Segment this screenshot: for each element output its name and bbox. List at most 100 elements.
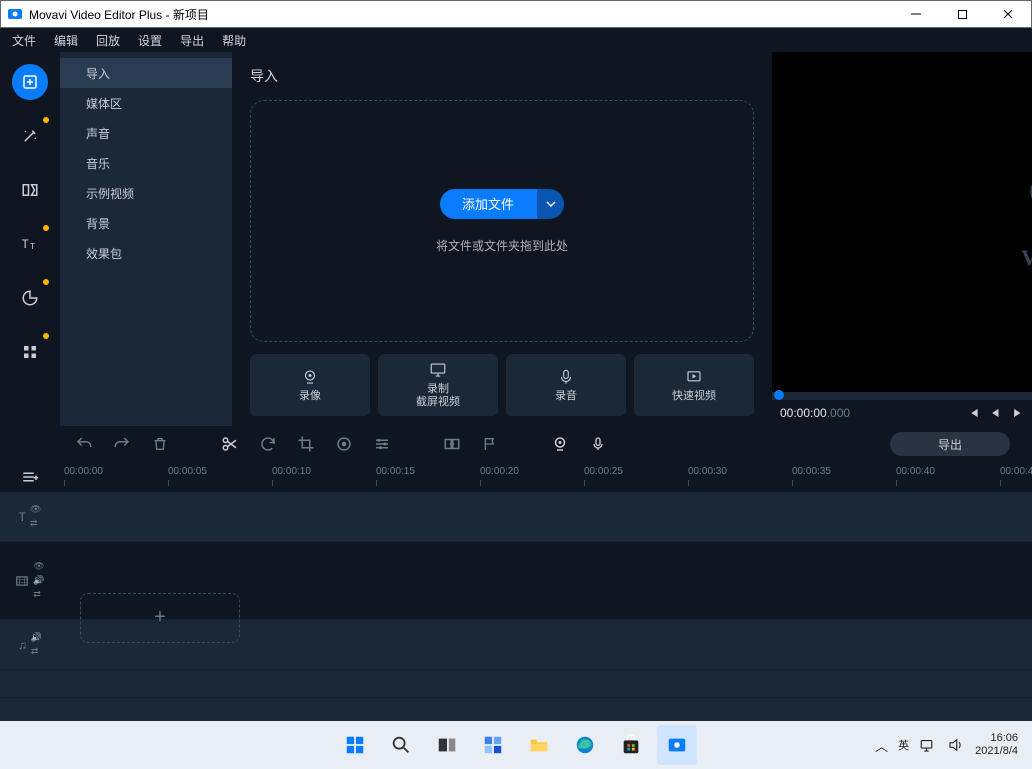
taskbar-explorer[interactable] [519,725,559,765]
taskbar-edge[interactable] [565,725,605,765]
tool-record-screen[interactable]: 录制截屏视频 [378,354,498,416]
window-maximize-button[interactable] [939,1,985,28]
ruler-tick: 00:00:25 [584,466,623,477]
subnav-sound[interactable]: 声音 [60,118,232,148]
video-track[interactable]: 👁🔊⇄ + [0,542,1032,620]
network-icon[interactable] [919,736,937,754]
ruler-tick: 00:00:20 [480,466,519,477]
wand-icon [21,127,39,145]
tool-record-audio[interactable]: 录音 [506,354,626,416]
rotate-button[interactable] [254,430,282,458]
volume-icon[interactable] [947,736,965,754]
sliders-icon [373,435,391,453]
taskbar-movavi[interactable] [657,725,697,765]
taskbar-store[interactable] [611,725,651,765]
notification-dot [43,333,49,339]
taskbar-search[interactable] [381,725,421,765]
track-toggles[interactable]: 🔊⇄ [31,632,42,657]
color-adjust-button[interactable] [330,430,358,458]
add-track-button[interactable] [16,463,44,491]
sidebar-titles-button[interactable]: TT [12,226,48,262]
menu-file[interactable]: 文件 [12,32,36,49]
export-button[interactable]: 导出 [890,432,1010,456]
sidebar-more-button[interactable] [12,334,48,370]
crop-icon [297,435,315,453]
webcam-small-icon [551,435,569,453]
notification-dot [43,225,49,231]
delete-button[interactable] [146,430,174,458]
add-files-button[interactable]: 添加文件 [440,189,564,219]
ruler-tick: 00:00:40 [896,466,935,477]
add-files-dropdown[interactable] [536,189,564,219]
menu-settings[interactable]: 设置 [138,32,162,49]
capture-tools: 录像 录制截屏视频 录音 快速视频 [250,354,754,416]
sidebar-stickers-button[interactable] [12,280,48,316]
taskbar-taskview[interactable] [427,725,467,765]
add-track-icon [21,468,39,486]
menu-export[interactable]: 导出 [180,32,204,49]
tool-record-camera[interactable]: 录像 [250,354,370,416]
app-icon [7,6,23,22]
split-button[interactable] [216,430,244,458]
sidebar-transitions-button[interactable] [12,172,48,208]
search-icon [390,734,412,756]
movavi-icon [666,734,688,756]
subnav-sample[interactable]: 示例视频 [60,178,232,208]
track-toggles[interactable]: 👁⇄ [30,504,41,529]
tray-clock[interactable]: 16:06 2021/8/4 [975,732,1018,757]
grid-icon [21,343,39,361]
menu-edit[interactable]: 编辑 [54,32,78,49]
widgets-icon [482,734,504,756]
undo-button[interactable] [70,430,98,458]
transition-wizard-button[interactable] [438,430,466,458]
preview-timecode: 00:00:00.000 [780,406,958,421]
titles-icon: TT [20,234,40,254]
import-icon [21,73,39,91]
rotate-icon [259,435,277,453]
subnav-import[interactable]: 导入 [60,58,232,88]
clip-properties-button[interactable] [368,430,396,458]
crop-button[interactable] [292,430,320,458]
file-dropzone[interactable]: 添加文件 将文件或文件夹拖到此处 [250,100,754,342]
record-voice-button[interactable] [584,430,612,458]
video-drop-slot[interactable]: + [80,593,240,643]
tray-chevron[interactable]: ︿ [875,736,888,755]
subnav-fxpack[interactable]: 效果包 [60,238,232,268]
title-track-icon: T [19,510,26,524]
window-titlebar: Movavi Video Editor Plus - 新项目 [0,0,1032,28]
transition-wizard-icon [443,435,461,453]
menu-help[interactable]: 帮助 [222,32,246,49]
track-toggles[interactable]: 👁🔊⇄ [33,561,44,600]
import-panel: 导入 添加文件 将文件或文件夹拖到此处 录像 录制截屏视频 录音 [232,52,772,426]
sidebar-filters-button[interactable] [12,118,48,154]
record-video-button[interactable] [546,430,574,458]
window-close-button[interactable] [985,1,1031,28]
window-minimize-button[interactable] [893,1,939,28]
seek-thumb[interactable] [774,390,784,400]
taskbar-start[interactable] [335,725,375,765]
sidebar-import-button[interactable] [12,64,48,100]
play-icon[interactable] [1010,406,1024,420]
redo-button[interactable] [108,430,136,458]
sticker-icon [21,289,39,307]
play-prev-icon[interactable] [988,406,1002,420]
marker-button[interactable] [476,430,504,458]
preview-seekbar[interactable] [772,392,1032,400]
subnav-media[interactable]: 媒体区 [60,88,232,118]
ruler-tick: 00:00:00 [64,466,103,477]
tray-ime[interactable]: 英 [898,737,909,753]
tool-fast-video[interactable]: 快速视频 [634,354,754,416]
timeline-ruler[interactable]: 00:00:00 00:00:05 00:00:10 00:00:15 00:0… [0,462,1032,492]
microphone-icon [557,368,575,386]
prev-frame-icon[interactable] [966,406,980,420]
taskbar-widgets[interactable] [473,725,513,765]
tool-record-screen-label1: 录制 [427,383,449,395]
preview-panel: ⬤⬤ ⬤ Video Editor 00:00:00.000 [772,52,1032,426]
menu-playback[interactable]: 回放 [96,32,120,49]
subnav-background[interactable]: 背景 [60,208,232,238]
title-track[interactable]: T 👁⇄ [0,492,1032,542]
ruler-tick: 00:00:35 [792,466,831,477]
subnav-music[interactable]: 音乐 [60,148,232,178]
preview-stage: ⬤⬤ ⬤ Video Editor [772,52,1032,392]
redo-icon [113,435,131,453]
